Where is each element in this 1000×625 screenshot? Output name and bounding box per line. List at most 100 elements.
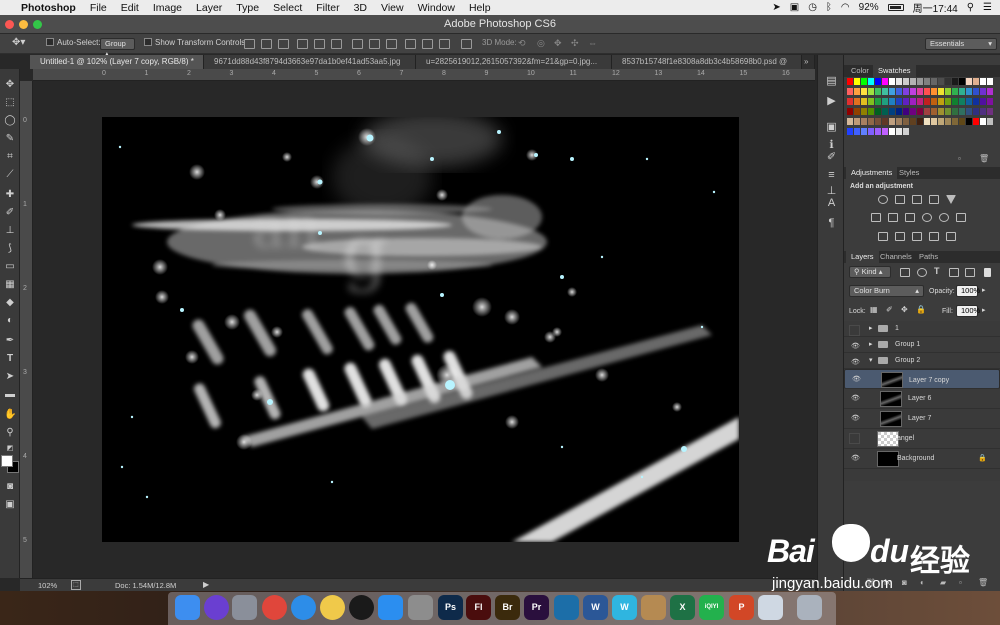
blend-mode-dropdown[interactable]: Color Burn ▴ <box>849 285 924 297</box>
swatch[interactable] <box>847 108 853 115</box>
swatch[interactable] <box>882 128 888 135</box>
distribute-vcenter-icon[interactable] <box>369 39 380 49</box>
swatch[interactable] <box>854 118 860 125</box>
swatch[interactable] <box>889 78 895 85</box>
swatch[interactable] <box>882 108 888 115</box>
tabs-overflow-icon[interactable]: » <box>802 55 815 69</box>
paragraph-panel-icon[interactable]: ¶ <box>825 217 838 230</box>
swatch[interactable] <box>903 108 909 115</box>
tab-u2825619012[interactable]: u=2825619012,2615057392&fm=21&gp=0.jpg..… <box>416 55 612 69</box>
swatch[interactable] <box>847 78 853 85</box>
swatch[interactable] <box>861 118 867 125</box>
menu-view[interactable]: View <box>374 2 411 14</box>
filter-pixel-icon[interactable] <box>900 268 910 277</box>
swatch[interactable] <box>966 108 972 115</box>
foreground-color-swatch[interactable] <box>1 455 13 467</box>
swatch[interactable] <box>924 118 930 125</box>
tab-channels[interactable]: Channels <box>875 251 917 263</box>
show-transform-checkbox[interactable]: Show Transform Controls <box>144 38 245 47</box>
swatch[interactable] <box>889 98 895 105</box>
swatch[interactable] <box>896 128 902 135</box>
swatch[interactable] <box>910 88 916 95</box>
type-tool-icon[interactable]: T <box>4 353 16 365</box>
swatches-grid[interactable] <box>847 78 997 138</box>
swatch[interactable] <box>938 108 944 115</box>
menu-layer[interactable]: Layer <box>189 2 229 14</box>
distribute-right-icon[interactable] <box>439 39 450 49</box>
auto-select-checkbox[interactable]: Auto-Select: <box>46 38 101 47</box>
levels-icon[interactable] <box>895 195 905 204</box>
layer-row[interactable]: 👁 ▸ Group 1 <box>844 337 1000 353</box>
swatch[interactable] <box>875 88 881 95</box>
dock-iqiyi-icon[interactable]: iQIYI <box>699 595 724 620</box>
swatch[interactable] <box>889 118 895 125</box>
selective-color-icon[interactable] <box>929 232 939 241</box>
dock-siri-icon[interactable] <box>204 595 229 620</box>
swatch[interactable] <box>959 88 965 95</box>
hue-saturation-icon[interactable] <box>871 213 881 222</box>
swatch[interactable] <box>959 98 965 105</box>
eye-icon[interactable]: 👁 <box>851 395 860 402</box>
swatch[interactable] <box>903 78 909 85</box>
brush-presets-icon[interactable]: ≡ <box>825 169 838 182</box>
crop-tool-icon[interactable]: ⌗ <box>4 151 16 163</box>
swatch[interactable] <box>868 98 874 105</box>
swatch[interactable] <box>973 98 979 105</box>
swatch[interactable] <box>966 88 972 95</box>
swatch[interactable] <box>945 78 951 85</box>
swatch[interactable] <box>931 88 937 95</box>
menu-window[interactable]: Window <box>411 2 462 14</box>
fill-input[interactable]: 100% <box>956 305 980 317</box>
filter-smart-object-icon[interactable] <box>965 268 975 277</box>
swatch[interactable] <box>875 128 881 135</box>
swatch[interactable] <box>924 98 930 105</box>
spotlight-icon[interactable]: ⚲ <box>967 2 974 13</box>
swatch[interactable] <box>924 78 930 85</box>
swatch[interactable] <box>903 128 909 135</box>
group-expand-icon[interactable]: ▸ <box>869 324 873 332</box>
dock-browser-icon[interactable] <box>554 595 579 620</box>
swatch[interactable] <box>959 118 965 125</box>
swatch[interactable] <box>966 118 972 125</box>
eye-icon[interactable]: 👁 <box>851 359 860 366</box>
dock-chrome-icon[interactable] <box>262 595 287 620</box>
menu-type[interactable]: Type <box>229 2 266 14</box>
status-menu-arrow-icon[interactable]: ▶ <box>203 580 209 589</box>
swatch[interactable] <box>889 88 895 95</box>
location-icon[interactable]: ➤ <box>772 2 780 13</box>
swatch[interactable] <box>938 98 944 105</box>
drag-3d-icon[interactable]: ✥ <box>554 38 562 49</box>
align-left-icon[interactable] <box>297 39 308 49</box>
zoom-tool-icon[interactable]: ⚲ <box>4 427 16 439</box>
dock-finder-icon[interactable] <box>175 595 200 620</box>
battery-icon[interactable] <box>887 4 904 11</box>
swatch[interactable] <box>931 118 937 125</box>
screen-mode-icon[interactable]: ▣ <box>4 499 16 511</box>
document-canvas[interactable]: g an <box>102 117 739 542</box>
swatch[interactable] <box>882 118 888 125</box>
align-right-icon[interactable] <box>331 39 342 49</box>
swatch[interactable] <box>931 98 937 105</box>
swatch[interactable] <box>910 78 916 85</box>
clone-stamp-tool-icon[interactable]: ⊥ <box>4 225 16 237</box>
swatch[interactable] <box>966 98 972 105</box>
history-brush-tool-icon[interactable]: ⟆ <box>4 243 16 255</box>
move-tool-icon[interactable]: ✥ <box>4 79 16 91</box>
photo-filter-icon[interactable] <box>922 213 932 222</box>
dock-safari-icon[interactable] <box>291 595 316 620</box>
dock-trash-icon[interactable] <box>797 595 822 620</box>
swatch[interactable] <box>896 108 902 115</box>
swatch[interactable] <box>854 108 860 115</box>
menu-image[interactable]: Image <box>146 2 189 14</box>
swatch[interactable] <box>910 108 916 115</box>
layer-row[interactable]: angel <box>844 429 1000 449</box>
swatch[interactable] <box>966 78 972 85</box>
swatch[interactable] <box>987 118 993 125</box>
distribute-left-icon[interactable] <box>405 39 416 49</box>
dock-premiere-icon[interactable]: Pr <box>524 595 549 620</box>
auto-align-icon[interactable] <box>461 39 472 49</box>
filter-type-icon[interactable]: T <box>934 266 940 276</box>
workspace-dropdown[interactable]: Essentials ▾ <box>925 38 997 50</box>
swatch[interactable] <box>896 88 902 95</box>
swatch[interactable] <box>980 78 986 85</box>
